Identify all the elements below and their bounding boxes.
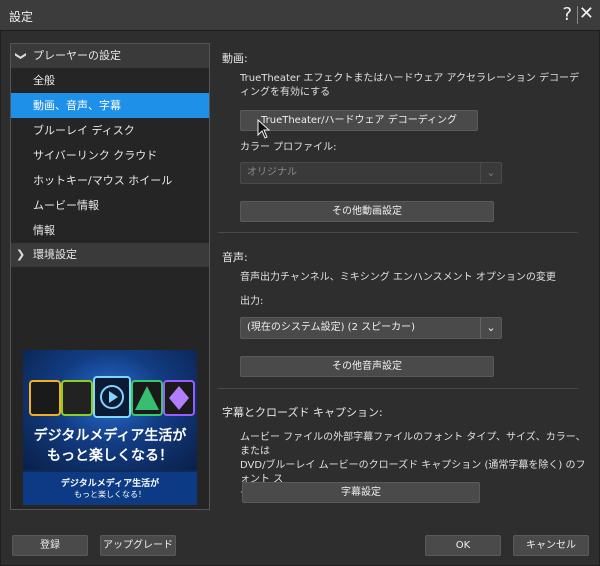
help-icon[interactable]: ? [562, 4, 572, 25]
mouse-cursor-icon [257, 118, 271, 142]
film-reel-icon [61, 380, 93, 416]
ok-button[interactable]: OK [425, 535, 501, 556]
sidebar: ❯ プレーヤーの設定 全般 動画、音声、字幕 ブルーレイ ディスク サイバーリン… [10, 43, 210, 510]
audio-output-select[interactable]: (現在のシステム設定) (2 スピーカー) ⌄ [240, 317, 502, 339]
sidebar-item-info[interactable]: 情報 [11, 218, 209, 243]
more-audio-settings-button[interactable]: その他音声設定 [240, 356, 494, 377]
prism-shape-icon [135, 386, 159, 410]
title-bar: 設定 ? ✕ [0, 0, 600, 31]
output-label: 出力: [240, 296, 264, 307]
close-icon[interactable]: ✕ [579, 3, 594, 24]
sidebar-category-label: 環境設定 [33, 248, 77, 261]
subtitle-section-title: 字幕とクローズド キャプション: [222, 406, 383, 419]
subtitle-description-line1: ムービー ファイルの外部字幕ファイルのフォント タイプ、サイズ、カラー、または [240, 432, 586, 457]
section-divider [218, 232, 578, 233]
promo-banner[interactable]: デジタルメディア生活が もっと楽しくなる！ デジタルメディア生活が もっと楽しく… [23, 350, 197, 505]
prism-icon [131, 380, 163, 416]
audio-section-title: 音声: [222, 251, 248, 264]
dialog-footer: 登録 アップグレード OK キャンセル [0, 518, 600, 566]
banner-headline: デジタルメディア生活が もっと楽しくなる！ [23, 426, 197, 466]
sidebar-category-environment[interactable]: ❯ 環境設定 [11, 243, 209, 267]
section-divider [218, 388, 578, 389]
sidebar-item-movie-info[interactable]: ムービー情報 [11, 193, 209, 218]
title-separator [577, 6, 578, 24]
window-title: 設定 [9, 10, 34, 24]
sidebar-category-label: プレーヤーの設定 [33, 49, 121, 62]
video-section-title: 動画: [222, 52, 248, 65]
register-button[interactable]: 登録 [12, 535, 88, 556]
video-description: TrueTheater エフェクトまたはハードウェア アクセラレーション デコー… [240, 73, 579, 98]
banner-footer: デジタルメディア生活が もっと楽しくなる！ [23, 472, 197, 505]
sidebar-item-hotkey[interactable]: ホットキー/マウス ホイール [11, 168, 209, 193]
sidebar-item-cloud[interactable]: サイバーリンク クラウド [11, 143, 209, 168]
audio-description: 音声出力チャンネル、ミキシング エンハンスメント オプションの変更 [240, 272, 556, 283]
chevron-right-icon: ❯ [16, 248, 26, 261]
color-profile-select[interactable]: オリジナル ⌄ [240, 162, 502, 184]
diamond-shape-icon [169, 386, 189, 410]
cancel-button[interactable]: キャンセル [513, 535, 589, 556]
diamond-icon [163, 380, 195, 416]
sidebar-category-player[interactable]: ❯ プレーヤーの設定 [11, 44, 209, 68]
settings-content: 動画: TrueTheater エフェクトまたはハードウェア アクセラレーション… [218, 43, 590, 508]
banner-icons [29, 376, 195, 420]
banner-footer-line1: デジタルメディア生活が [60, 479, 160, 489]
truetheater-button[interactable]: TrueTheater/ハードウェア デコーディング [240, 110, 478, 131]
sidebar-item-general[interactable]: 全般 [11, 68, 209, 93]
subtitle-settings-button[interactable]: 字幕設定 [242, 482, 480, 503]
color-wheel-icon [29, 380, 61, 416]
play-icon [93, 376, 131, 418]
sidebar-item-video-audio-subtitle[interactable]: 動画、音声、字幕 [11, 93, 209, 118]
color-profile-value: オリジナル [247, 167, 297, 178]
banner-footer-line2: もっと楽しくなる！ [74, 490, 146, 499]
audio-output-value: (現在のシステム設定) (2 スピーカー) [247, 322, 416, 333]
sidebar-item-bluray[interactable]: ブルーレイ ディスク [11, 118, 209, 143]
more-video-settings-button[interactable]: その他動画設定 [240, 201, 494, 222]
chevron-down-icon: ⌄ [480, 163, 501, 183]
color-profile-label: カラー プロファイル: [240, 142, 337, 153]
banner-headline-line2: もっと楽しくなる！ [47, 448, 173, 464]
banner-headline-line1: デジタルメディア生活が [33, 428, 187, 444]
chevron-down-icon: ⌄ [480, 318, 501, 338]
play-triangle-icon [100, 385, 124, 409]
chevron-down-icon: ❯ [14, 51, 28, 61]
upgrade-button[interactable]: アップグレード [100, 535, 176, 556]
